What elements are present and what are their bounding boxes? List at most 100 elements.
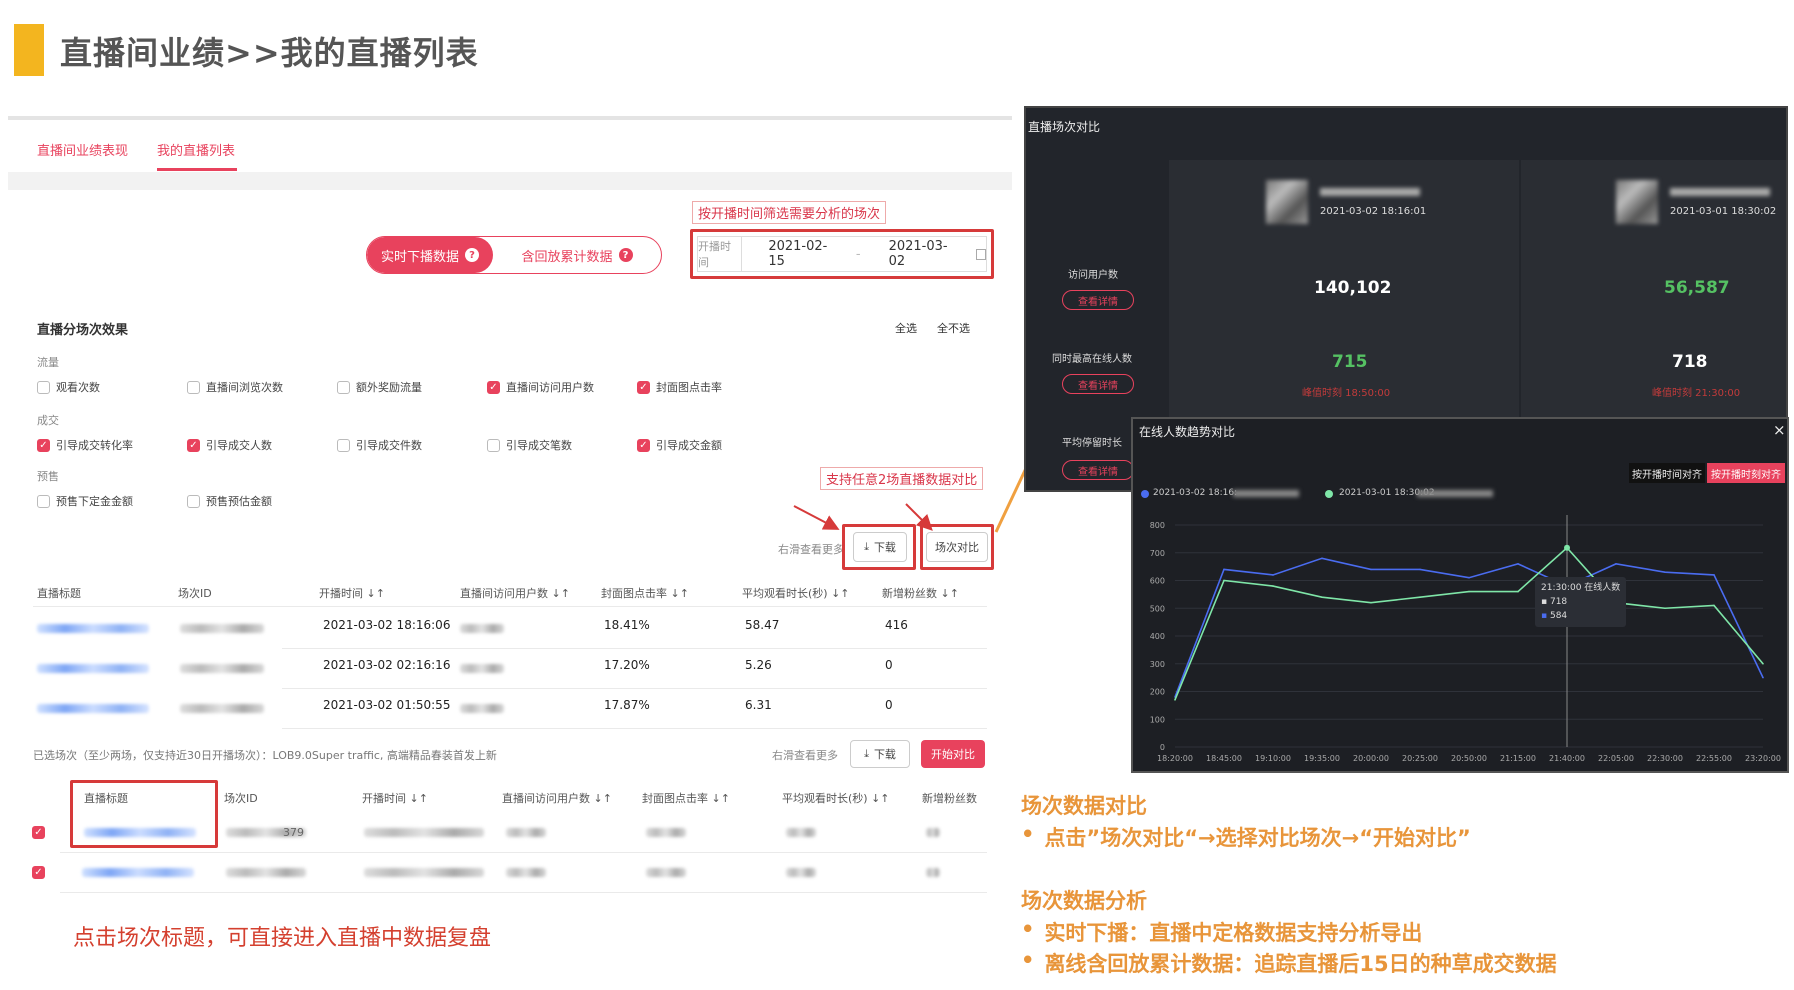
series-point bbox=[1321, 557, 1323, 560]
detail-button-2[interactable]: 查看详情 bbox=[1062, 374, 1134, 394]
metric-label: 预售预估金额 bbox=[206, 495, 272, 508]
tab-my-live-list[interactable]: 我的直播列表 bbox=[157, 140, 235, 159]
metric-checkbox[interactable]: ✓ 直播间访问用户数 bbox=[487, 379, 594, 395]
sort-icon[interactable]: ↓↑ bbox=[671, 587, 689, 600]
metric-checkbox[interactable]: 引导成交件数 bbox=[337, 437, 422, 453]
compare-button[interactable]: 场次对比 bbox=[926, 532, 988, 562]
metric-checkbox[interactable]: 预售预估金额 bbox=[187, 493, 272, 509]
row-divider bbox=[60, 892, 987, 893]
metric-checkbox[interactable]: 引导成交笔数 bbox=[487, 437, 572, 453]
notes-analysis-text-1: 实时下播：直播中定格数据支持分析导出 bbox=[1044, 921, 1423, 945]
realtime-mode-button[interactable]: 实时下播数据 ? bbox=[367, 237, 493, 273]
metric-checkbox[interactable]: ✓ 引导成交金额 bbox=[637, 437, 722, 453]
notes-compare-heading: 场次数据对比 bbox=[1021, 794, 1147, 818]
metric-checkbox[interactable]: 预售下定金金额 bbox=[37, 493, 133, 509]
checkbox-checked-icon[interactable]: ✓ bbox=[32, 866, 45, 879]
col-start-time[interactable]: 开播时间 ↓↑ bbox=[319, 585, 385, 601]
row-session-id bbox=[180, 704, 264, 713]
select-all-link[interactable]: 全选 bbox=[895, 320, 917, 336]
sel-col-ctr-label: 封面图点击率 bbox=[642, 792, 708, 805]
row-title-link[interactable] bbox=[37, 704, 149, 713]
bullet-dot: • bbox=[1021, 917, 1035, 941]
cumulative-mode-button[interactable]: 含回放累计数据 ? bbox=[493, 237, 661, 273]
download-label: 下载 bbox=[873, 541, 896, 554]
calendar-icon[interactable] bbox=[976, 248, 987, 260]
row-new-fans: 416 bbox=[885, 618, 908, 632]
col-visitors[interactable]: 直播间访问用户数 ↓↑ bbox=[460, 585, 570, 601]
row-title-link[interactable] bbox=[37, 664, 149, 673]
notes-analysis-bullet-2: • 离线含回放累计数据：追踪直播后15日的种草成交数据 bbox=[1021, 948, 1557, 978]
x-tick-label: 19:10:00 bbox=[1255, 754, 1291, 763]
col-title: 直播标题 bbox=[37, 587, 81, 600]
x-tick-label: 22:30:00 bbox=[1647, 754, 1683, 763]
metric-checkbox[interactable]: ✓ 引导成交人数 bbox=[187, 437, 272, 453]
col-avg-watch-label: 平均观看时长(秒) bbox=[742, 587, 828, 600]
selected-visitors bbox=[506, 868, 546, 877]
metric-checkbox[interactable]: 额外奖励流量 bbox=[337, 379, 422, 395]
selected-title-link[interactable] bbox=[84, 828, 196, 837]
y-tick-label: 600 bbox=[1150, 577, 1165, 586]
series-point bbox=[1419, 568, 1421, 571]
metric-checkbox[interactable]: 直播间浏览次数 bbox=[187, 379, 283, 395]
checkbox-empty-icon[interactable] bbox=[187, 380, 200, 394]
checkbox-checked-icon[interactable]: ✓ bbox=[37, 438, 50, 452]
metric-label: 引导成交人数 bbox=[206, 439, 272, 452]
chart-tooltip: 21:30:00 在线人数 ▪ 718 ▪ 584 bbox=[1535, 577, 1627, 627]
col-ctr[interactable]: 封面图点击率 ↓↑ bbox=[601, 585, 689, 601]
checkbox-checked-icon[interactable]: ✓ bbox=[187, 438, 200, 452]
sort-icon[interactable]: ↓↑ bbox=[552, 587, 570, 600]
metric-checkbox[interactable]: ✓ 引导成交转化率 bbox=[37, 437, 133, 453]
x-tick-label: 20:00:00 bbox=[1353, 754, 1389, 763]
checkbox-empty-icon[interactable] bbox=[337, 438, 350, 452]
help-icon[interactable]: ? bbox=[465, 248, 479, 262]
x-tick-label: 20:50:00 bbox=[1451, 754, 1487, 763]
end-date-input[interactable]: 2021-03-02 bbox=[889, 239, 949, 269]
group-deal-label: 成交 bbox=[37, 414, 59, 427]
checkbox-empty-icon[interactable] bbox=[37, 380, 50, 394]
date-range-picker[interactable]: 开播时间 2021-02-15 - 2021-03-02 bbox=[697, 236, 987, 272]
checkbox-checked-icon[interactable]: ✓ bbox=[637, 380, 650, 394]
notes-analysis-bullet-1: • 实时下播：直播中定格数据支持分析导出 bbox=[1021, 917, 1422, 947]
series-point bbox=[1713, 574, 1715, 576]
sel-col-ctr: 封面图点击率 ↓↑ bbox=[642, 792, 730, 805]
metric-checkbox[interactable]: ✓ 封面图点击率 bbox=[637, 379, 722, 395]
checkbox-empty-icon[interactable] bbox=[37, 494, 50, 508]
x-tick-label: 19:35:00 bbox=[1304, 754, 1340, 763]
notes-compare-text: 点击”场次对比“→选择对比场次→“开始对比” bbox=[1044, 826, 1471, 850]
detail-button-3[interactable]: 查看详情 bbox=[1062, 460, 1134, 480]
selected-title-link[interactable] bbox=[82, 868, 194, 877]
bullet-dot: • bbox=[1021, 822, 1035, 846]
col-avg-watch[interactable]: 平均观看时长(秒) ↓↑ bbox=[742, 585, 850, 601]
session-1-thumbnail bbox=[1266, 180, 1308, 224]
notes-analysis-text-2: 离线含回放累计数据：追踪直播后15日的种草成交数据 bbox=[1044, 952, 1557, 976]
tab-performance[interactable]: 直播间业绩表现 bbox=[37, 140, 128, 159]
download-button-2[interactable]: ⤓ 下载 bbox=[850, 740, 910, 768]
checkbox-empty-icon[interactable] bbox=[187, 494, 200, 508]
sort-icon[interactable]: ↓↑ bbox=[367, 587, 385, 600]
help-icon[interactable]: ? bbox=[618, 248, 633, 262]
row-title-link[interactable] bbox=[37, 624, 149, 633]
series-point bbox=[1223, 568, 1225, 571]
detail-button-1[interactable]: 查看详情 bbox=[1062, 290, 1134, 310]
checkbox-empty-icon[interactable] bbox=[337, 380, 350, 394]
checkbox-empty-icon[interactable] bbox=[487, 438, 500, 452]
start-date-input[interactable]: 2021-02-15 bbox=[768, 239, 828, 269]
sort-icon[interactable]: ↓↑ bbox=[831, 587, 849, 600]
row-label-peak: 同时最高在线人数 bbox=[1052, 354, 1132, 365]
metric-checkbox[interactable]: 观看次数 bbox=[37, 379, 100, 395]
date-label: 开播时间 bbox=[698, 237, 743, 271]
sort-icon[interactable]: ↓↑ bbox=[941, 587, 959, 600]
row-ctr: 18.41% bbox=[604, 618, 650, 632]
checkbox-checked-icon[interactable]: ✓ bbox=[637, 438, 650, 452]
download-button[interactable]: ⤓ 下载 bbox=[853, 532, 907, 562]
start-compare-button[interactable]: 开始对比 bbox=[921, 740, 985, 768]
row-start-time: 2021-03-02 02:16:16 bbox=[323, 658, 451, 672]
select-none-link[interactable]: 全不选 bbox=[937, 320, 970, 336]
series-point bbox=[1370, 601, 1372, 604]
row-new-fans: 0 bbox=[885, 698, 893, 712]
checkbox-checked-icon[interactable]: ✓ bbox=[32, 826, 45, 839]
col-new-fans[interactable]: 新增粉丝数 ↓↑ bbox=[882, 585, 959, 601]
checkbox-checked-icon[interactable]: ✓ bbox=[487, 380, 500, 394]
selected-session-id bbox=[226, 868, 306, 877]
session-2-title-blur bbox=[1670, 188, 1770, 196]
